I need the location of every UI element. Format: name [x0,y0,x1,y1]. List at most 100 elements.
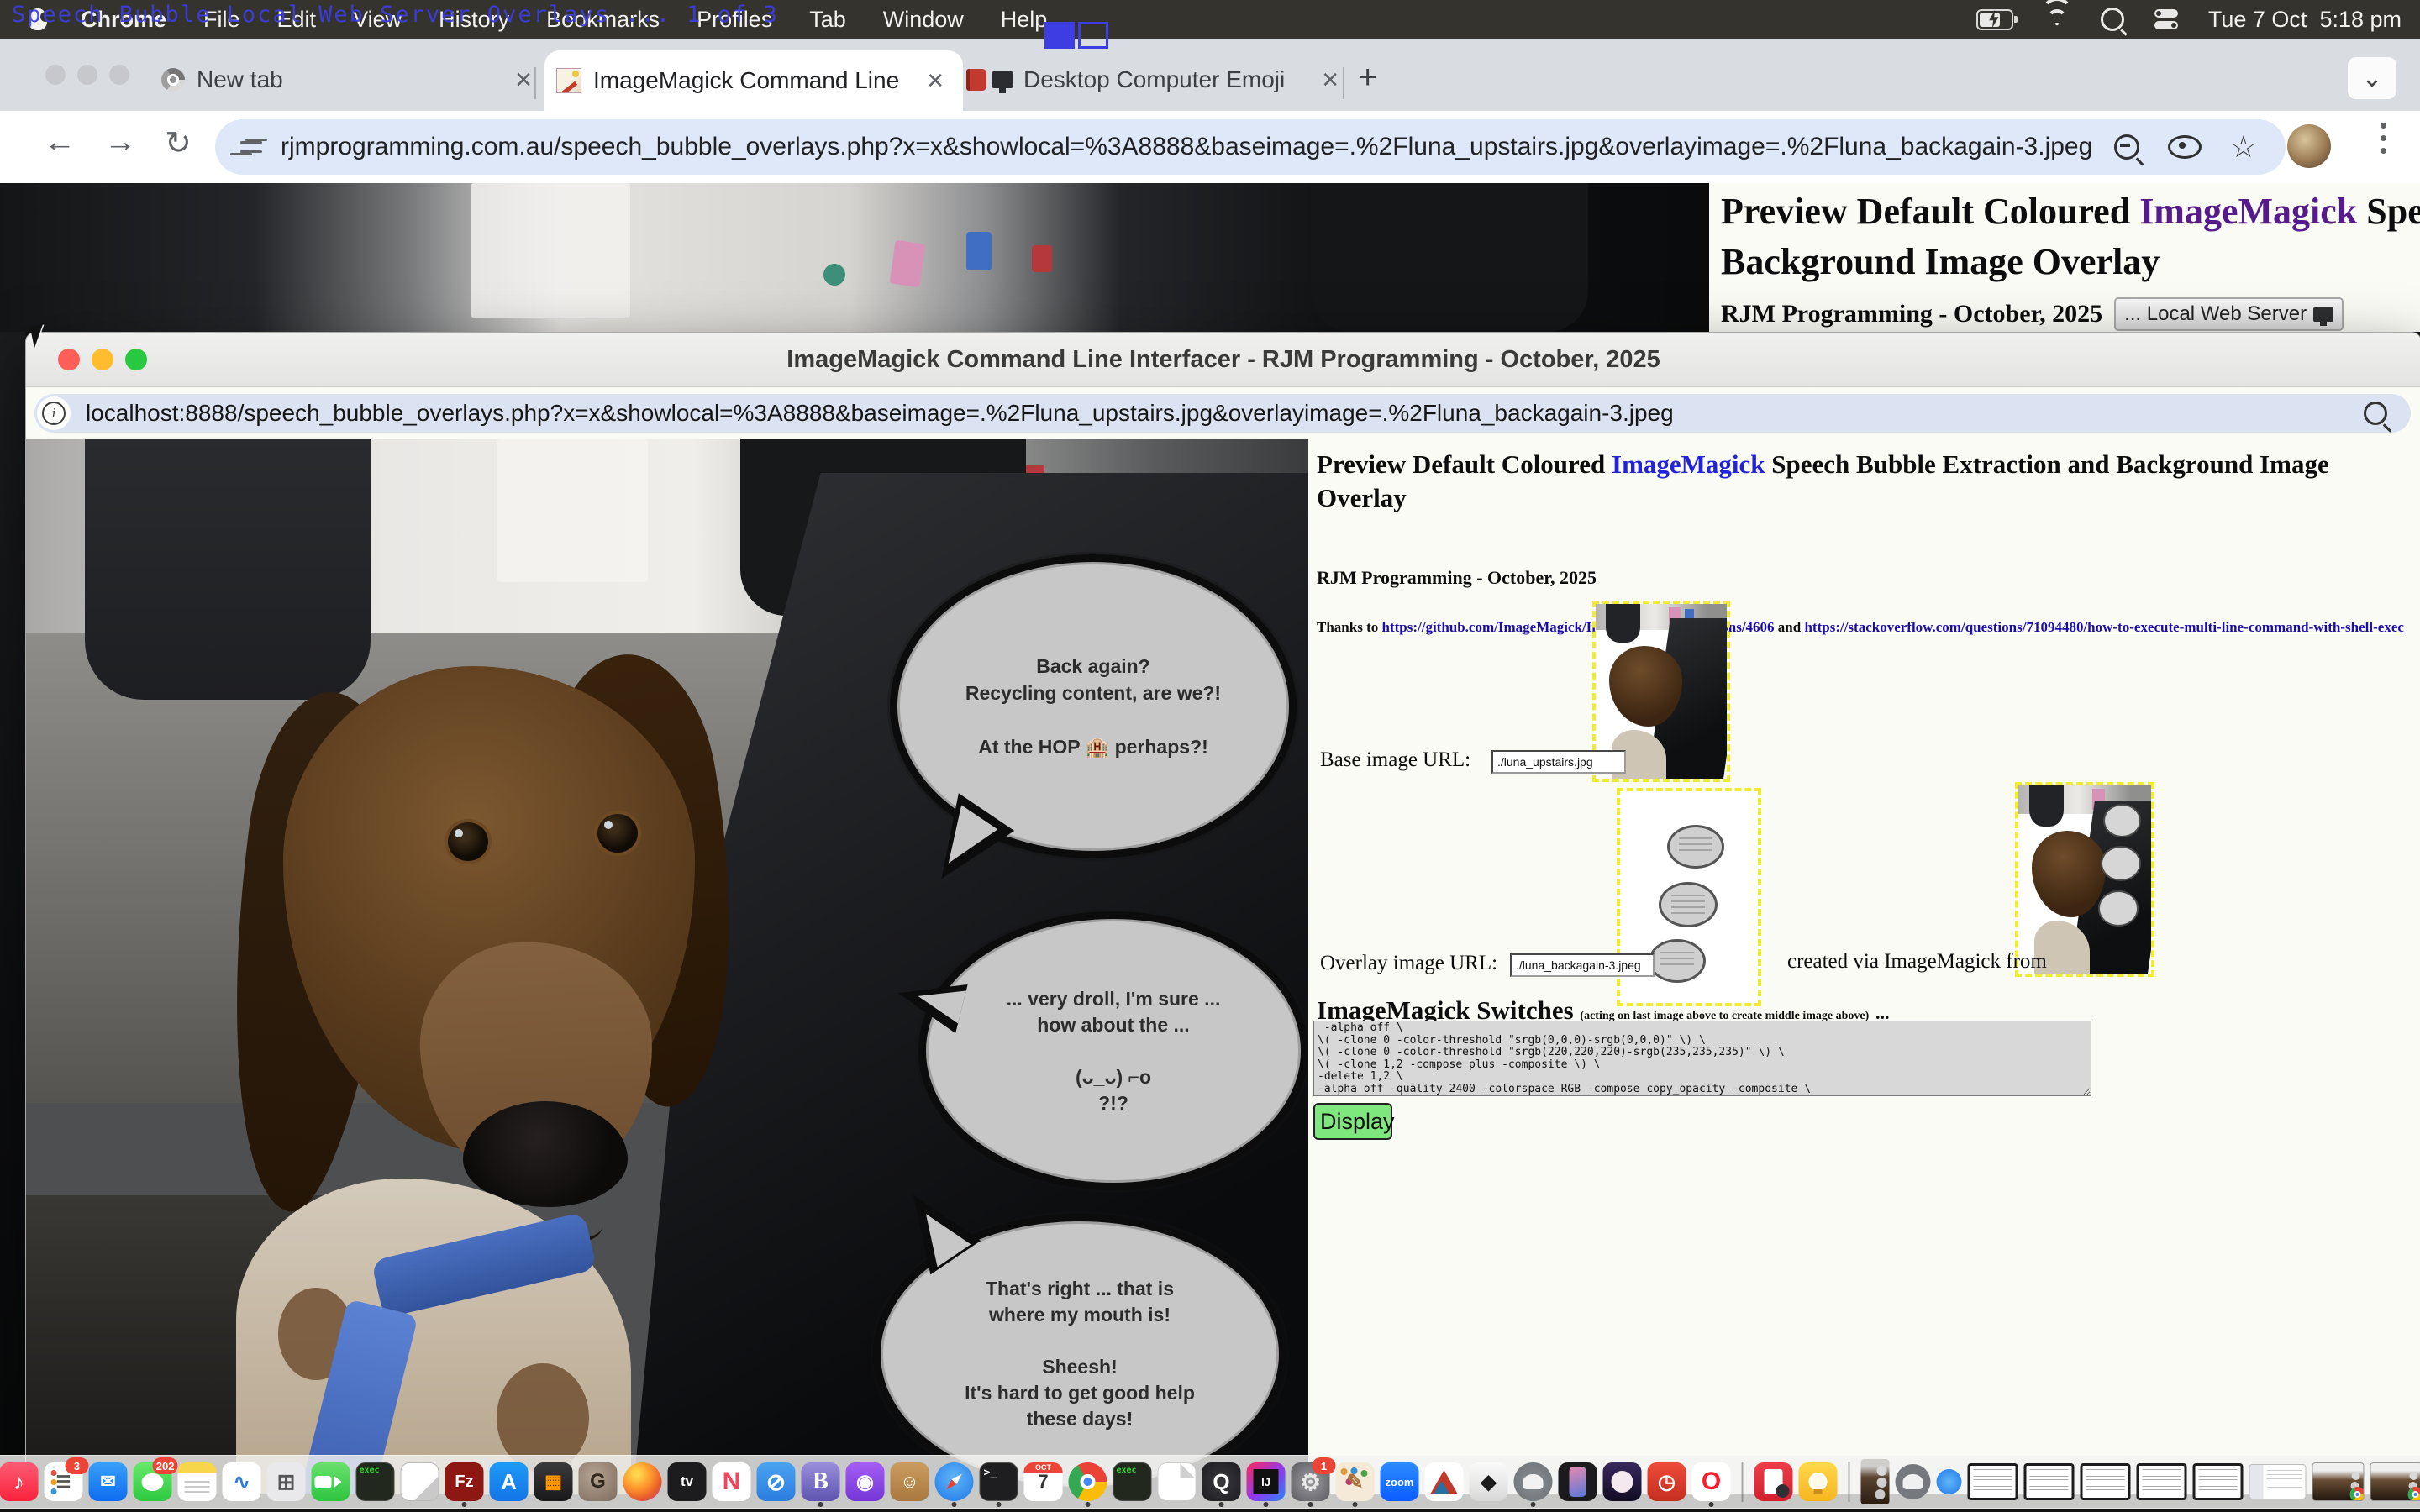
dock-mail[interactable]: ✉ [89,1462,128,1501]
dock-news[interactable]: N [713,1462,751,1501]
dock-calendar[interactable]: OCT7 [1024,1462,1063,1501]
inner-url-row: i localhost:8888/speech_bubble_overlays.… [26,387,2420,439]
dock-podcasts[interactable]: ◉ [846,1462,885,1501]
dock-minimized-doc-window-4[interactable] [2137,1463,2187,1500]
dock-minimized-chrome-window-2[interactable] [2370,1462,2420,1501]
dock-terminal[interactable]: >_ [980,1462,1018,1501]
site-settings-icon[interactable] [240,138,262,156]
imagemagick-link[interactable]: ImageMagick [2139,191,2357,232]
dock-terminal-exec-2[interactable]: exec [1113,1462,1152,1501]
tab-desktop-computer-emoji[interactable]: Desktop Computer Emoji ✕ [955,49,1358,111]
address-bar[interactable]: rjmprogramming.com.au/speech_bubble_over… [215,119,2286,175]
tab-overflow-chevron-button[interactable]: ⌄ [2348,57,2396,99]
dock-filezilla[interactable]: Fz [445,1462,484,1501]
dock-intellij[interactable]: IJ [1247,1462,1286,1501]
dock-firefox[interactable] [623,1462,662,1501]
dock-zoom[interactable]: zoom [1381,1462,1419,1501]
dock-minimized-mamp-window[interactable] [1896,1464,1931,1499]
display-button[interactable]: Display [1313,1103,1392,1140]
inner-window-titlebar[interactable]: ImageMagick Command Line Interfacer - RJ… [26,333,2420,387]
dock-lightbulb-app[interactable] [1799,1462,1838,1501]
dock-minimized-dog-window[interactable] [1861,1459,1890,1504]
page-info-icon[interactable]: i [37,396,71,430]
spotlight-search-icon[interactable] [2101,8,2124,31]
inner-url-text[interactable]: localhost:8888/speech_bubble_overlays.ph… [86,400,2364,427]
dock-cat-app[interactable] [1603,1462,1642,1501]
dock-freeform[interactable]: ∿ [223,1462,261,1501]
dock-mamp[interactable] [1514,1462,1553,1501]
dock-photo-card-app[interactable] [1754,1462,1793,1501]
dock-app-store[interactable]: A [490,1462,529,1501]
dock-music[interactable]: ♪ [0,1462,39,1501]
dock-libreoffice[interactable] [401,1462,439,1501]
dock-minimized-doc-window-2[interactable] [2024,1463,2075,1500]
menu-item-help[interactable]: Help [1001,7,1048,32]
dock-minimized-doc-window-3[interactable] [2081,1463,2131,1500]
menu-bar-clock[interactable]: Tue 7 Oct 5:18 pm [2208,7,2402,33]
profile-avatar[interactable] [2287,124,2331,168]
bookmark-star-icon[interactable]: ☆ [2230,132,2257,162]
search-magnifier-icon[interactable] [2364,402,2387,425]
window-close-button[interactable] [45,65,66,85]
wifi-icon[interactable] [2044,9,2070,29]
dock-cmake[interactable] [1425,1462,1464,1501]
dock-art-palette[interactable]: ✎ [1336,1462,1375,1501]
url-text[interactable]: rjmprogramming.com.au/speech_bubble_over… [281,133,2114,161]
dock-writer-doc[interactable] [1158,1462,1197,1501]
dock-minimized-doc-window-1[interactable] [1968,1463,2018,1500]
window-zoom-button[interactable] [109,65,129,85]
dock-minimized-chrome-window-1[interactable] [2312,1462,2365,1501]
dock-quicktime[interactable]: Q [1202,1462,1241,1501]
forward-button[interactable]: → [104,124,136,160]
tab-imagemagick-active[interactable]: ImageMagick Command Line ✕ [544,50,963,111]
dock-safari[interactable] [935,1462,974,1501]
calculator-icon: ▦ [534,1462,573,1501]
calendar-icon: OCT7 [1024,1462,1063,1501]
menu-item-tab[interactable]: Tab [809,7,846,32]
dock-calculator[interactable]: ▦ [534,1462,573,1501]
menu-item-window[interactable]: Window [883,7,964,32]
dock-bbedit[interactable]: B [802,1462,840,1501]
overlay-image-url-input[interactable] [1510,953,1655,977]
overlay-source-thumbnail[interactable] [2018,785,2151,974]
dock-minimized-doc-window-5[interactable] [2193,1463,2244,1500]
dock-gauge-app[interactable]: ◷ [1648,1462,1686,1501]
window-minimize-button[interactable] [77,65,97,85]
imagemagick-link[interactable]: ImageMagick [1612,449,1765,479]
reading-mode-eye-icon[interactable] [2168,135,2202,159]
inner-address-bar[interactable]: i localhost:8888/speech_bubble_overlays.… [34,394,2411,433]
dock-contacts[interactable]: ☺ [891,1462,929,1501]
tab-close-icon[interactable]: ✕ [919,68,951,94]
local-web-server-button[interactable]: ... Local Web Server [2114,297,2344,331]
dock-terminal-exec[interactable]: exec [356,1462,395,1501]
back-button[interactable]: ← [44,124,76,160]
dock-messages[interactable]: 202 [134,1462,172,1501]
tab-new-tab[interactable]: New tab ✕ [150,49,551,111]
dock-launchpad[interactable]: ⊞ [267,1462,306,1501]
dock-opera[interactable]: O [1692,1462,1731,1501]
photo-edge [1697,183,1709,332]
battery-icon[interactable] [1976,9,2013,30]
reload-button[interactable]: ↻ [165,124,192,162]
dock-minimized-finder-window[interactable] [2249,1464,2307,1499]
dock-notes[interactable] [178,1462,217,1501]
dock-iphone-mirroring[interactable] [1559,1462,1597,1501]
base-image-url-input[interactable] [1491,750,1626,774]
stackoverflow-link[interactable]: https://stackoverflow.com/questions/7109… [1804,619,2403,635]
dock-reminders[interactable]: ☰3 [45,1462,83,1501]
control-center-icon[interactable] [2154,9,2178,29]
dock-shortcuts-blocked[interactable]: ⊘ [757,1462,796,1501]
dock-divider [1849,1462,1850,1502]
imagemagick-switches-textarea[interactable]: -alpha off \ \( -clone 0 -color-threshol… [1313,1021,2091,1096]
zoom-out-icon[interactable] [2114,134,2139,160]
dock-inkscape[interactable]: ◆ [1470,1462,1508,1501]
dock-system-settings[interactable]: ⚙1 [1292,1462,1330,1501]
dock-minimized-safari-window[interactable] [1937,1469,1962,1494]
chrome-menu-icon[interactable] [2381,123,2386,154]
dock-facetime[interactable] [312,1462,350,1501]
dock-gimp[interactable]: G [579,1462,618,1501]
dock-chrome[interactable] [1069,1462,1107,1501]
tab-close-icon[interactable]: ✕ [1314,67,1346,93]
new-tab-button[interactable]: + [1358,60,1377,94]
dock-apple-tv[interactable]: tv [668,1462,707,1501]
